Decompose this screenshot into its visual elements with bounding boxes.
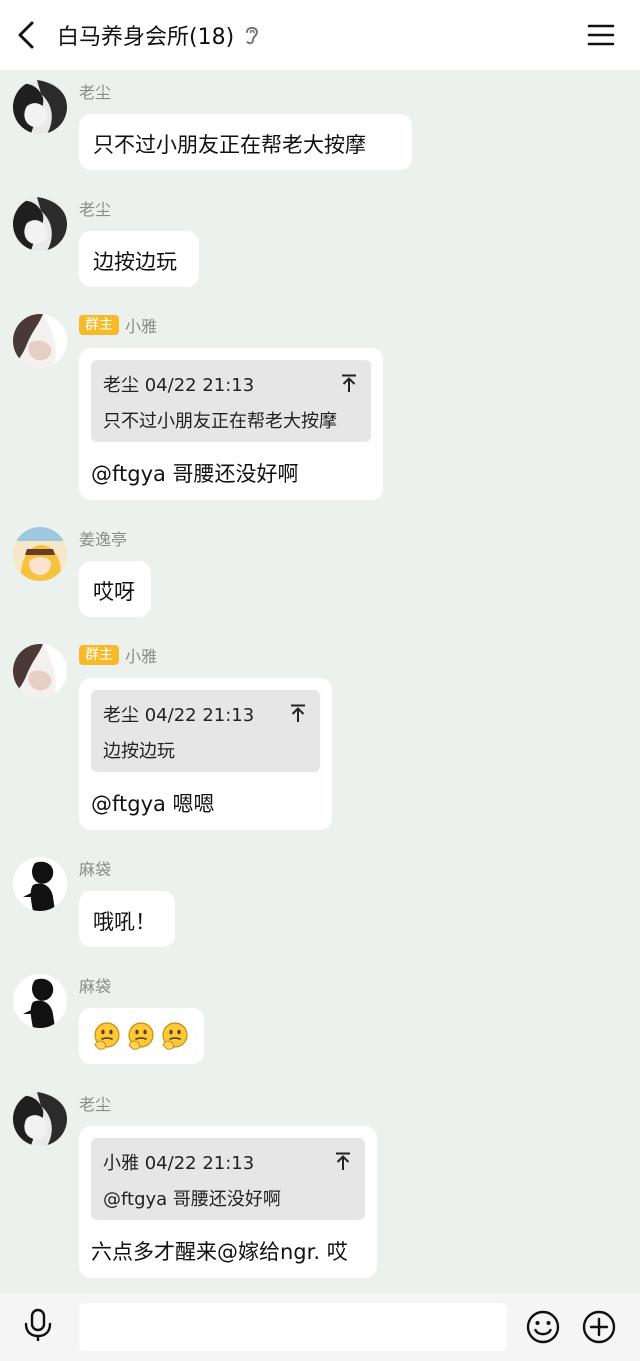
quoted-message[interactable]: 小雅 04/22 21:13 @ftgya 哥腰还没好啊 — [91, 1138, 365, 1220]
quoted-message[interactable]: 老尘 04/22 21:13 只不过小朋友正在帮老大按摩 — [91, 360, 371, 442]
quote-text: 边按边玩 — [103, 741, 175, 762]
message-bubble[interactable]: 哦吼！ — [79, 891, 175, 947]
sender-line: 麻袋 — [79, 857, 111, 879]
message-text: 哎呀 — [93, 580, 135, 604]
thinking-face-emoji-icon — [128, 1022, 154, 1050]
jump-to-top-icon[interactable] — [333, 1151, 353, 1171]
quote-text: 只不过小朋友正在帮老大按摩 — [103, 411, 337, 432]
avatar-madai[interactable] — [13, 857, 67, 911]
message-bubble[interactable] — [79, 1008, 204, 1064]
emoji-icon[interactable] — [525, 1309, 561, 1345]
sender-name: 麻袋 — [79, 977, 112, 996]
avatar-laochen[interactable] — [13, 197, 67, 251]
avatar-jiangyiting[interactable] — [13, 527, 67, 581]
avatar-laochen[interactable] — [13, 1092, 67, 1146]
sender-name: 小雅 — [125, 317, 158, 336]
sender-line: 麻袋 — [79, 974, 111, 996]
message-text: 六点多才醒来@嫁给ngr. 哎 — [91, 1240, 348, 1264]
message-text: 边按边玩 — [93, 250, 177, 274]
avatar-xiaoya[interactable] — [13, 314, 67, 368]
sender-name: 老尘 — [79, 83, 112, 102]
thinking-face-emoji-icon — [94, 1022, 120, 1050]
message-list[interactable]: 老尘 只不过小朋友正在帮老大按摩 老尘 边按边玩 群主 小雅 老尘 04/22 … — [0, 70, 640, 1294]
sender-name: 姜逸亭 — [79, 530, 128, 549]
avatar-xiaoya[interactable] — [13, 644, 67, 698]
quoted-message[interactable]: 老尘 04/22 21:13 边按边玩 — [91, 690, 320, 772]
message-bubble[interactable]: 哎呀 — [79, 561, 151, 617]
message-bubble[interactable]: 只不过小朋友正在帮老大按摩 — [79, 114, 412, 170]
title-area: 白马养身会所(18) — [57, 18, 262, 52]
add-icon[interactable] — [581, 1309, 617, 1345]
group-owner-badge: 群主 — [79, 315, 119, 335]
sender-line: 群主 小雅 — [79, 644, 157, 666]
message-text: 只不过小朋友正在帮老大按摩 — [93, 133, 366, 157]
chat-title: 白马养身会所(18) — [57, 25, 235, 50]
message-bubble[interactable]: 小雅 04/22 21:13 @ftgya 哥腰还没好啊 六点多才醒来@嫁给ng… — [79, 1126, 377, 1278]
jump-to-top-icon[interactable] — [288, 703, 308, 723]
menu-icon[interactable] — [585, 19, 617, 51]
sender-line: 老尘 — [79, 1092, 111, 1114]
avatar-madai[interactable] — [13, 974, 67, 1028]
sender-line: 老尘 — [79, 197, 111, 219]
quote-author: 老尘 04/22 21:13 — [103, 375, 255, 396]
message-bubble[interactable]: 边按边玩 — [79, 231, 199, 287]
avatar-laochen[interactable] — [13, 80, 67, 134]
jump-to-top-icon[interactable] — [339, 373, 359, 393]
message-text: @ftgya 哥腰还没好啊 — [91, 462, 299, 486]
sender-name: 麻袋 — [79, 860, 112, 879]
quote-author: 小雅 04/22 21:13 — [103, 1153, 255, 1174]
sender-line: 姜逸亭 — [79, 527, 127, 549]
message-text: @ftgya 嗯嗯 — [91, 792, 215, 816]
sender-line: 群主 小雅 — [79, 314, 157, 336]
sender-name: 老尘 — [79, 200, 112, 219]
message-bubble[interactable]: 老尘 04/22 21:13 只不过小朋友正在帮老大按摩 @ftgya 哥腰还没… — [79, 348, 383, 500]
sender-name: 小雅 — [125, 647, 158, 666]
message-input[interactable] — [79, 1303, 507, 1351]
input-bar — [0, 1294, 640, 1361]
microphone-icon[interactable] — [20, 1307, 56, 1343]
thinking-face-emoji-icon — [162, 1022, 188, 1050]
back-arrow-icon[interactable] — [10, 18, 44, 52]
message-text: 哦吼！ — [93, 910, 156, 934]
sender-line: 老尘 — [79, 80, 111, 102]
group-owner-badge: 群主 — [79, 645, 119, 665]
quote-author: 老尘 04/22 21:13 — [103, 705, 255, 726]
sender-name: 老尘 — [79, 1095, 112, 1114]
ear-icon — [246, 26, 259, 45]
quote-text: @ftgya 哥腰还没好啊 — [103, 1189, 281, 1210]
message-bubble[interactable]: 老尘 04/22 21:13 边按边玩 @ftgya 嗯嗯 — [79, 678, 332, 830]
chat-header: 白马养身会所(18) — [0, 0, 640, 70]
